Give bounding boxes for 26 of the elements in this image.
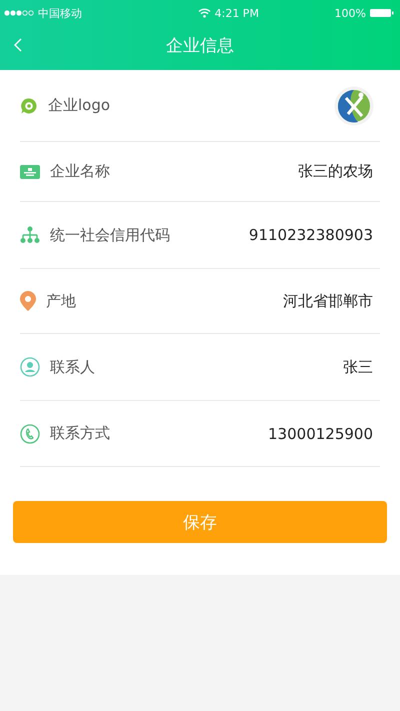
- battery-percent: 100%: [334, 6, 366, 20]
- field-label: 企业名称: [50, 162, 111, 181]
- field-label: 联系人: [50, 358, 96, 376]
- location-pin-icon: [20, 291, 36, 311]
- field-label: 产地: [46, 292, 77, 310]
- person-icon: [20, 357, 40, 377]
- carrier-name: 中国移动: [38, 6, 82, 20]
- field-value: 9110232380903: [248, 226, 373, 244]
- id-card-icon: [20, 164, 40, 180]
- field-value: 张三的农场: [298, 162, 373, 181]
- field-label: 企业logo: [48, 96, 112, 115]
- field-value: 张三: [343, 358, 373, 376]
- field-label: 统一社会信用代码: [50, 226, 171, 244]
- phone-icon: [20, 424, 40, 444]
- field-label: 联系方式: [50, 424, 111, 443]
- page-title: 企业信息: [166, 34, 234, 56]
- battery-icon: [370, 8, 394, 18]
- field-value: 河北省邯郸市: [283, 292, 373, 310]
- company-logo[interactable]: [334, 86, 374, 126]
- status-time: 4:21 PM: [214, 6, 259, 20]
- chat-bubble-icon: [20, 96, 38, 114]
- save-button[interactable]: 保存: [13, 501, 387, 543]
- signal-icon: [4, 10, 34, 16]
- wifi-icon: [198, 8, 211, 18]
- hierarchy-icon: [20, 226, 40, 244]
- field-value: 13000125900: [268, 424, 373, 442]
